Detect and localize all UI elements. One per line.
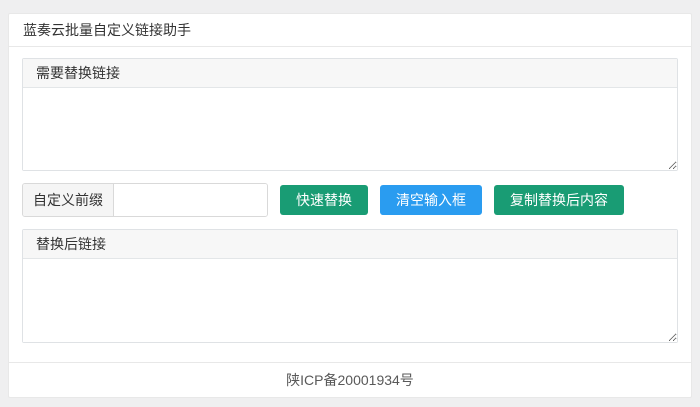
quick-replace-button[interactable]: 快速替换 (280, 185, 368, 215)
prefix-label: 自定义前缀 (23, 184, 114, 216)
card-body: 需要替换链接 自定义前缀 快速替换 清空输入框 复制替换后内容 替换后链接 (9, 47, 691, 362)
prefix-input[interactable] (114, 184, 267, 216)
source-panel-header: 需要替换链接 (23, 59, 677, 88)
controls-row: 自定义前缀 快速替换 清空输入框 复制替换后内容 (22, 183, 678, 217)
clear-input-button[interactable]: 清空输入框 (380, 185, 482, 215)
page-title: 蓝奏云批量自定义链接助手 (9, 14, 691, 47)
app-card: 蓝奏云批量自定义链接助手 需要替换链接 自定义前缀 快速替换 清空输入框 复制替… (8, 13, 692, 398)
source-panel: 需要替换链接 (22, 58, 678, 171)
result-panel-header: 替换后链接 (23, 230, 677, 259)
copy-result-button[interactable]: 复制替换后内容 (494, 185, 624, 215)
result-links-textarea[interactable] (23, 259, 677, 342)
result-panel: 替换后链接 (22, 229, 678, 343)
icp-record-text: 陕ICP备20001934号 (286, 372, 414, 388)
source-links-textarea[interactable] (23, 88, 677, 170)
prefix-input-group: 自定义前缀 (22, 183, 268, 217)
footer: 陕ICP备20001934号 (9, 362, 691, 397)
